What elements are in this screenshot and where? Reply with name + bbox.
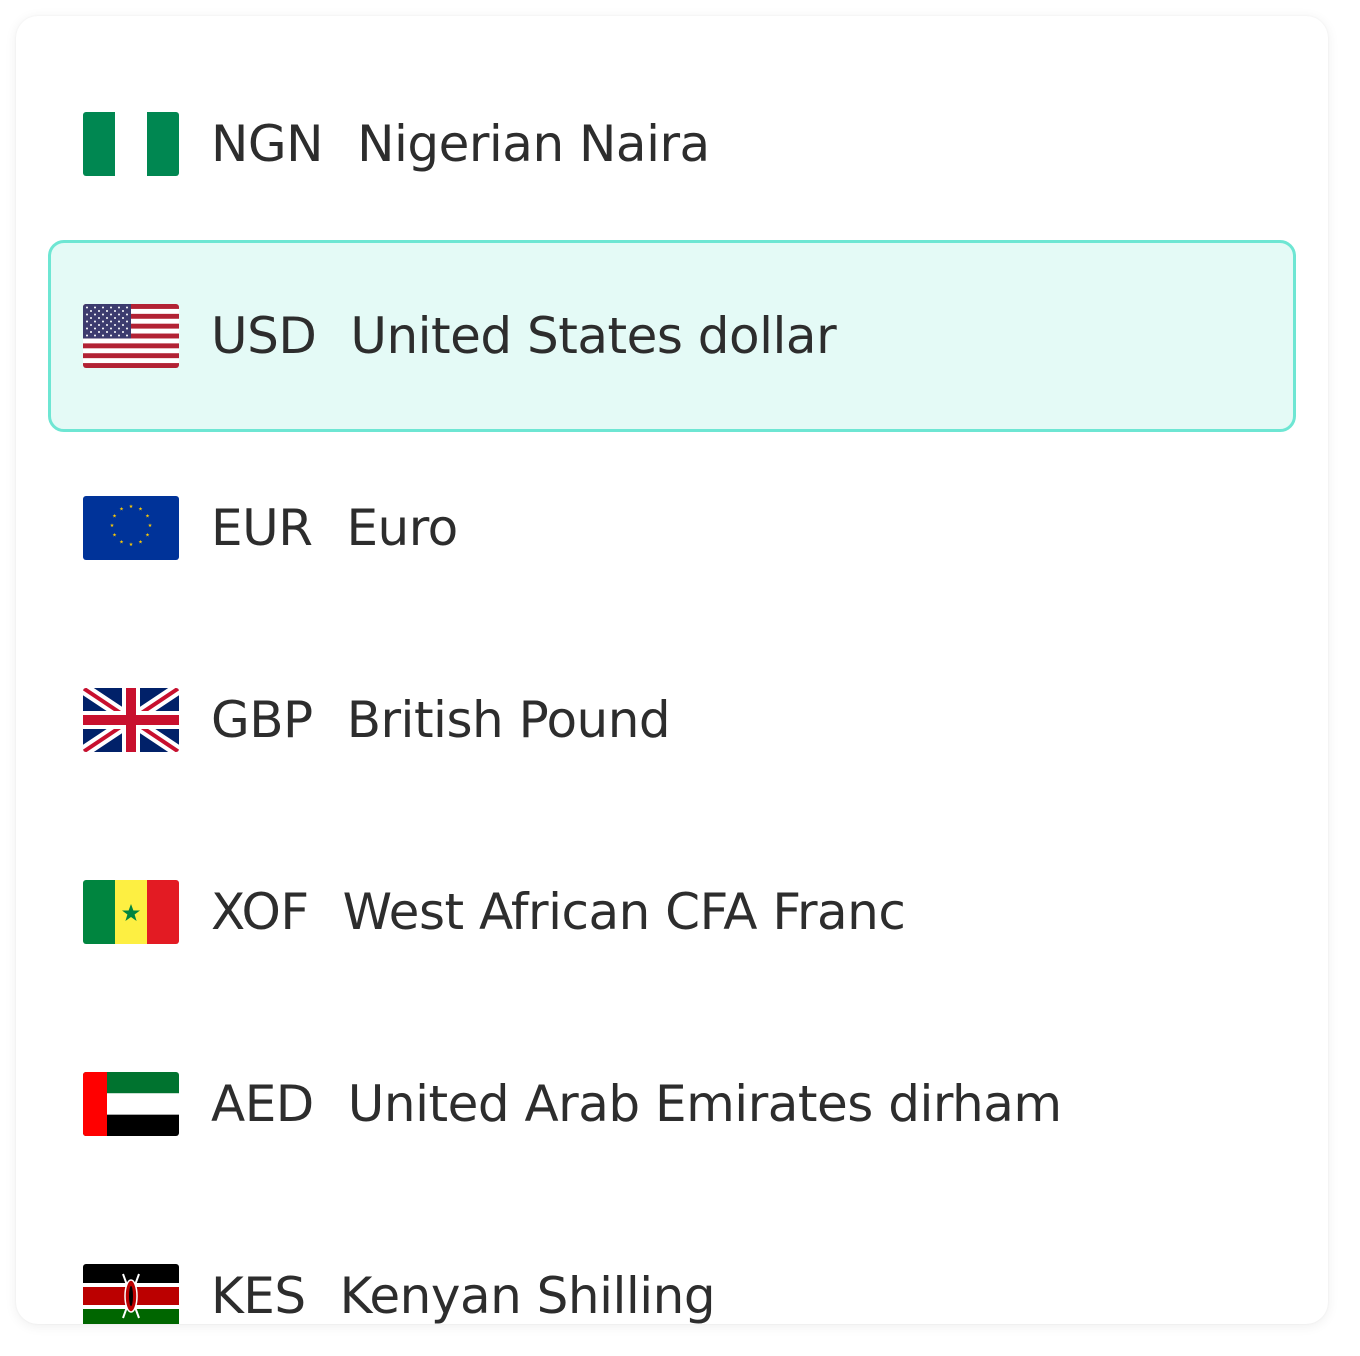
currency-name: Kenyan Shilling	[339, 1267, 716, 1324]
currency-code: GBP	[211, 691, 313, 749]
currency-name: Nigerian Naira	[357, 115, 710, 173]
senegal-flag-icon	[83, 880, 179, 944]
currency-option-gbp[interactable]: GBP British Pound	[48, 624, 1296, 816]
svg-text:★: ★	[119, 540, 124, 546]
currency-code: EUR	[211, 499, 313, 557]
currency-option-ngn[interactable]: NGN Nigerian Naira	[48, 48, 1296, 240]
svg-text:★: ★	[112, 514, 117, 520]
svg-text:★: ★	[148, 523, 153, 529]
currency-code: AED	[211, 1075, 314, 1133]
currency-name: United Arab Emirates dirham	[347, 1075, 1062, 1133]
currency-option-usd[interactable]: USD United States dollar	[48, 240, 1296, 432]
svg-text:★: ★	[110, 523, 115, 529]
currency-option-kes[interactable]: KES Kenyan Shilling	[48, 1200, 1296, 1324]
currency-option-aed[interactable]: AED United Arab Emirates dirham	[48, 1008, 1296, 1200]
svg-text:★: ★	[138, 540, 143, 546]
currency-name: United States dollar	[350, 307, 837, 365]
svg-text:★: ★	[145, 533, 150, 539]
svg-text:★: ★	[145, 514, 150, 520]
currency-code: USD	[211, 307, 317, 365]
svg-text:★: ★	[129, 504, 134, 510]
currency-option-eur[interactable]: ★ ★ ★ ★ ★ ★ ★ ★ ★ ★ ★ ★ EUR Euro	[48, 432, 1296, 624]
svg-text:★: ★	[129, 542, 134, 548]
nigeria-flag-icon	[83, 112, 179, 176]
currency-code: NGN	[211, 115, 324, 173]
svg-text:★: ★	[112, 533, 117, 539]
currency-code: XOF	[211, 883, 309, 941]
currency-option-xof[interactable]: XOF West African CFA Franc	[48, 816, 1296, 1008]
uk-flag-icon	[83, 688, 179, 752]
currency-code: KES	[211, 1267, 306, 1324]
currency-name: Euro	[346, 499, 458, 557]
uae-flag-icon	[83, 1072, 179, 1136]
svg-text:★: ★	[119, 507, 124, 513]
currency-list: NGN Nigerian Naira USD United States dol…	[16, 16, 1328, 1324]
eu-flag-icon: ★ ★ ★ ★ ★ ★ ★ ★ ★ ★ ★ ★	[83, 496, 179, 560]
currency-name: British Pound	[346, 691, 671, 749]
usa-flag-icon	[83, 304, 179, 368]
kenya-flag-icon	[83, 1264, 179, 1324]
svg-text:★: ★	[138, 507, 143, 513]
currency-name: West African CFA Franc	[342, 883, 906, 941]
